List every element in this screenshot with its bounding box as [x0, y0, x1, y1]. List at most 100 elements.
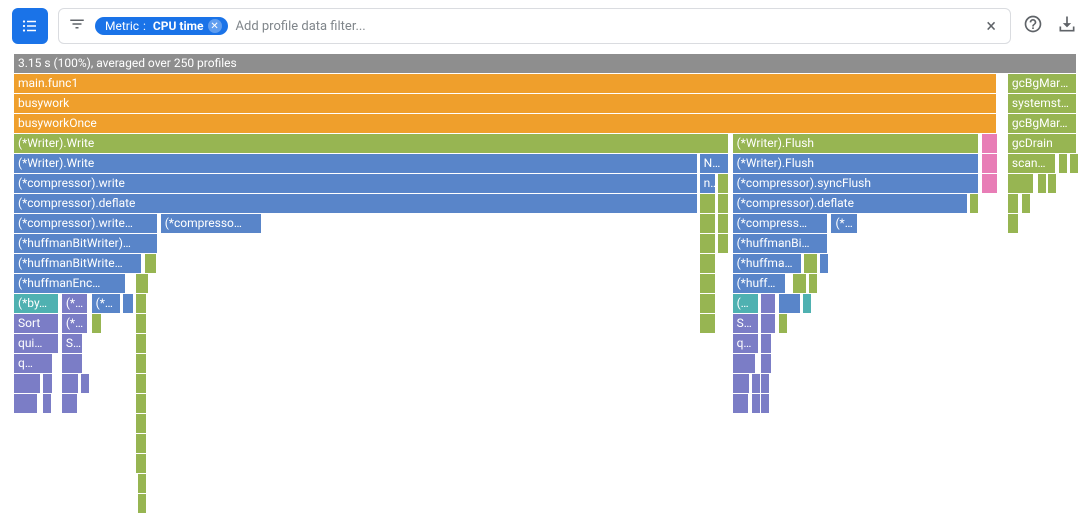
- flame-frame[interactable]: [1048, 174, 1057, 193]
- flame-frame[interactable]: [982, 174, 998, 193]
- flame-frame[interactable]: [700, 274, 716, 293]
- flame-frame[interactable]: [138, 474, 147, 493]
- flame-frame[interactable]: (*…: [62, 314, 89, 333]
- flame-frame[interactable]: [718, 234, 730, 253]
- flame-frame[interactable]: [43, 394, 52, 413]
- flame-frame[interactable]: [136, 374, 147, 393]
- flame-frame[interactable]: [136, 454, 147, 473]
- flame-frame[interactable]: [136, 274, 149, 293]
- flame-frame[interactable]: [700, 254, 716, 273]
- flame-frame[interactable]: [136, 414, 147, 433]
- flame-frame[interactable]: (*huffmanBitWrite…: [14, 254, 142, 273]
- flame-frame[interactable]: [793, 274, 807, 293]
- flame-frame[interactable]: [1008, 174, 1035, 193]
- flame-frame[interactable]: S…: [733, 314, 760, 333]
- flame-graph[interactable]: 3.15 s (100%), averaged over 250 profile…: [14, 54, 1077, 499]
- flame-frame[interactable]: [700, 194, 716, 213]
- flame-frame[interactable]: [62, 354, 83, 373]
- flame-frame[interactable]: n…: [700, 174, 716, 193]
- flame-frame[interactable]: main.func1: [14, 74, 997, 93]
- flame-frame[interactable]: [123, 294, 134, 313]
- flame-frame[interactable]: [14, 374, 41, 393]
- flame-frame[interactable]: [820, 254, 829, 273]
- flame-frame[interactable]: (*huff…: [733, 274, 786, 293]
- flame-frame[interactable]: qui…: [14, 334, 59, 353]
- flame-frame[interactable]: [136, 354, 147, 373]
- flame-frame[interactable]: (*Writer).Write: [14, 134, 729, 153]
- flame-frame[interactable]: (*…: [62, 294, 89, 313]
- flame-frame[interactable]: [1070, 154, 1079, 173]
- flame-frame[interactable]: (*compressor).write: [14, 174, 698, 193]
- flame-frame[interactable]: [804, 254, 818, 273]
- flame-frame[interactable]: busyworkOnce: [14, 114, 997, 133]
- flame-frame[interactable]: [718, 214, 730, 233]
- flame-frame[interactable]: [761, 334, 772, 353]
- flame-frame[interactable]: [136, 294, 147, 313]
- flame-frame[interactable]: [779, 314, 788, 333]
- flame-frame[interactable]: (*huffmanBitWriter)…: [14, 234, 158, 253]
- flame-frame[interactable]: [29, 394, 38, 413]
- flame-frame[interactable]: [733, 354, 756, 373]
- flame-frame[interactable]: [700, 314, 716, 333]
- flame-frame[interactable]: [136, 334, 147, 353]
- flame-frame[interactable]: [62, 374, 79, 393]
- flame-frame[interactable]: [982, 134, 998, 153]
- download-button[interactable]: [1055, 14, 1079, 38]
- flame-frame[interactable]: busywork: [14, 94, 997, 113]
- flame-frame[interactable]: (*huffma…: [733, 254, 802, 273]
- flame-frame[interactable]: q…: [14, 354, 53, 373]
- flame-frame[interactable]: [1008, 194, 1019, 213]
- flame-frame[interactable]: (*compress…: [733, 214, 829, 233]
- flame-frame[interactable]: (*compressor).syncFlush: [733, 174, 980, 193]
- clear-filter-button[interactable]: ×: [980, 16, 1002, 37]
- flame-frame[interactable]: Ne…: [700, 154, 730, 173]
- metric-chip[interactable]: Metric : CPU time ✕: [95, 17, 228, 35]
- flame-frame[interactable]: [138, 494, 147, 513]
- flame-frame[interactable]: [761, 354, 772, 373]
- flame-frame[interactable]: gcBgMar…: [1008, 114, 1077, 133]
- flame-frame[interactable]: [779, 294, 800, 313]
- flame-frame[interactable]: [1059, 154, 1068, 173]
- flame-frame[interactable]: [1022, 194, 1031, 213]
- flame-frame[interactable]: Sort: [14, 314, 59, 333]
- flame-frame[interactable]: [700, 214, 716, 233]
- flame-frame[interactable]: [81, 374, 90, 393]
- flame-frame[interactable]: [136, 434, 147, 453]
- flame-frame[interactable]: (*compressor).deflate: [733, 194, 968, 213]
- flame-frame[interactable]: q…: [733, 334, 760, 353]
- flame-frame[interactable]: (*Writer).Flush: [733, 154, 980, 173]
- flame-frame[interactable]: (*compressor).write…: [14, 214, 158, 233]
- flame-frame[interactable]: S…: [62, 334, 83, 353]
- flame-frame[interactable]: systemst…: [1008, 94, 1077, 113]
- flame-frame[interactable]: [761, 394, 770, 413]
- flame-frame[interactable]: gcBgMark…: [1008, 74, 1077, 93]
- flame-frame[interactable]: [761, 314, 776, 333]
- chip-remove-icon[interactable]: ✕: [208, 19, 222, 33]
- list-view-button[interactable]: [12, 8, 48, 44]
- flame-frame[interactable]: [752, 374, 761, 393]
- flame-frame[interactable]: [136, 314, 147, 333]
- flame-frame[interactable]: (*compresso…: [161, 214, 262, 233]
- flame-frame[interactable]: [92, 314, 103, 333]
- flame-frame[interactable]: (*huffmanEnc…: [14, 274, 126, 293]
- flame-frame[interactable]: [752, 394, 761, 413]
- flame-frame[interactable]: [803, 294, 812, 313]
- flame-frame[interactable]: [970, 194, 980, 213]
- flame-frame[interactable]: (*compressor).deflate: [14, 194, 698, 213]
- filter-bar[interactable]: Metric : CPU time ✕ Add profile data fil…: [58, 8, 1011, 44]
- flame-frame[interactable]: [700, 234, 716, 253]
- flame-frame[interactable]: [1038, 174, 1047, 193]
- help-button[interactable]: [1021, 14, 1045, 38]
- flame-frame[interactable]: [733, 374, 750, 393]
- flame-frame[interactable]: (*Writer).Write: [14, 154, 698, 173]
- flame-frame[interactable]: [740, 394, 749, 413]
- flame-frame[interactable]: (*…: [831, 214, 858, 233]
- flame-frame[interactable]: [982, 154, 998, 173]
- flame-frame[interactable]: [145, 254, 158, 273]
- flame-frame[interactable]: [700, 294, 716, 313]
- flame-frame[interactable]: [809, 274, 818, 293]
- flame-frame[interactable]: [136, 394, 147, 413]
- flame-frame[interactable]: (*by…: [14, 294, 59, 313]
- flame-frame[interactable]: [1008, 214, 1019, 233]
- flame-frame[interactable]: scan…: [1008, 154, 1056, 173]
